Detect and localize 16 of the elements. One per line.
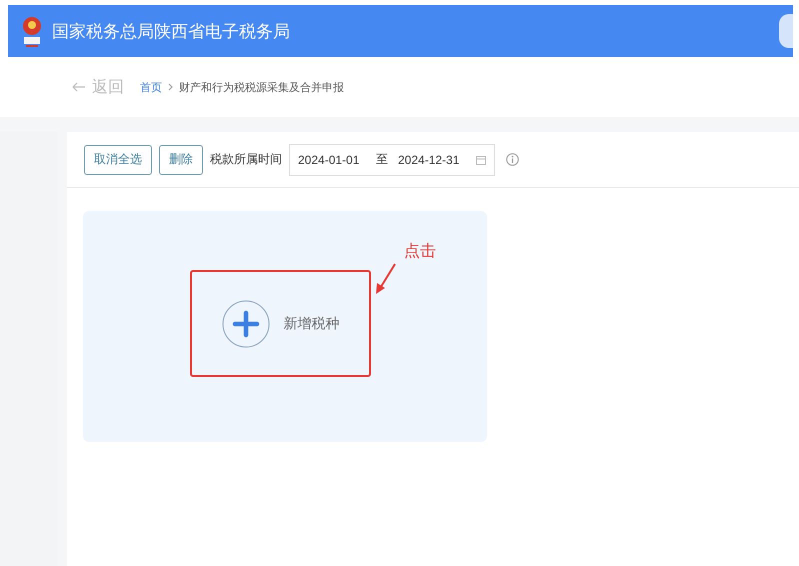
site-title: 国家税务总局陕西省电子税务局 — [52, 20, 290, 42]
plus-icon — [222, 300, 270, 348]
annotation-text: 点击 — [404, 242, 436, 262]
chevron-icon — [168, 83, 173, 91]
breadcrumb-current: 财产和行为税税源采集及合并申报 — [179, 80, 344, 94]
annotation-arrow — [375, 263, 397, 295]
toolbar-button[interactable]: 删除 — [159, 144, 203, 174]
date-label: 税款所属时间 — [210, 151, 282, 168]
add-tax-button[interactable]: 新增税种 — [222, 300, 340, 348]
range-separator: 至 — [376, 151, 388, 168]
emblem-icon — [20, 15, 44, 47]
breadcrumb-link[interactable]: 首页 — [140, 80, 162, 94]
calendar-icon — [476, 154, 486, 164]
info-icon[interactable] — [506, 153, 519, 166]
toolbar-button[interactable]: 取消全选 — [84, 144, 152, 174]
back-arrow-icon — [72, 82, 86, 92]
